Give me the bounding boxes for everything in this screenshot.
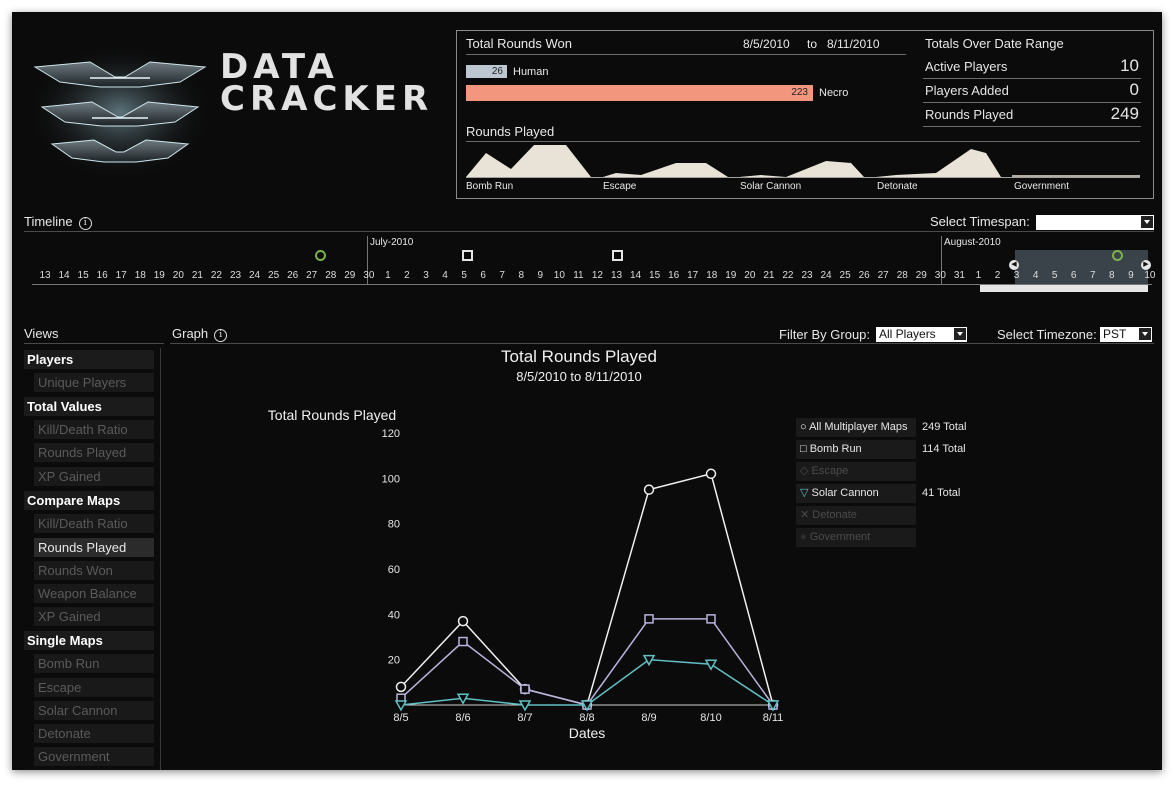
legend-diamond-icon: ◇ (800, 465, 812, 477)
legend-total: 249 Total (922, 421, 967, 433)
chart-y-axis-label: Total Rounds Played (268, 407, 396, 423)
x-tick-label: 8/9 (641, 712, 656, 724)
series-line-solar-cannon (400, 658, 774, 706)
legend-total: 41 Total (922, 487, 961, 499)
legend-label: Bomb Run (809, 443, 862, 455)
y-tick-label: 60 (388, 564, 400, 576)
data-point-all-multiplayer-maps[interactable] (457, 615, 469, 627)
y-tick-label: 120 (382, 428, 400, 440)
legend-total: 114 Total (922, 443, 966, 455)
y-tick-label: 40 (388, 609, 400, 621)
series-line-all-multiplayer-maps (400, 472, 774, 706)
legend-item-bomb-run[interactable]: □ Bomb Run (796, 440, 916, 459)
legend-label: Escape (811, 465, 849, 477)
data-point-bomb-run[interactable] (706, 614, 716, 624)
x-tick-label: 8/5 (393, 712, 408, 724)
legend-x-icon: ✕ (800, 509, 813, 521)
legend-label: Government (809, 531, 871, 543)
legend-item-detonate[interactable]: ✕ Detonate (796, 506, 916, 525)
legend-item-government[interactable]: ● Government (796, 528, 916, 547)
legend-item-solar-cannon[interactable]: ▽ Solar Cannon (796, 484, 916, 503)
legend-item-all-multiplayer-maps[interactable]: ○ All Multiplayer Maps (796, 418, 916, 437)
legend-circle-icon: ○ (800, 421, 810, 433)
data-point-all-multiplayer-maps[interactable] (643, 484, 655, 495)
legend-label: Solar Cannon (811, 487, 879, 499)
y-tick-label: 20 (388, 655, 400, 667)
x-tick-label: 8/10 (700, 712, 721, 724)
x-tick-label: 8/6 (455, 712, 470, 724)
x-tick-label: 8/11 (763, 712, 784, 724)
data-point-solar-cannon[interactable] (704, 659, 718, 671)
legend-label: All Multiplayer Maps (809, 421, 908, 433)
chart-x-axis-label: Dates (569, 725, 606, 741)
x-tick-label: 8/8 (579, 712, 594, 724)
legend-dot-icon: ● (800, 531, 810, 543)
chart-subtitle: 8/5/2010 to 8/11/2010 (516, 369, 642, 384)
data-point-bomb-run[interactable] (458, 636, 468, 647)
data-point-bomb-run[interactable] (520, 684, 530, 694)
data-point-all-multiplayer-maps[interactable] (705, 468, 717, 480)
x-tick-label: 8/7 (517, 712, 532, 724)
legend-label: Detonate (812, 509, 857, 521)
chart-title: Total Rounds Played (501, 347, 657, 366)
y-tick-label: 100 (382, 473, 400, 485)
app-window: DATA CRACKER Total Rounds Won 8/5/2010 t… (12, 12, 1162, 770)
legend-square-icon: □ (800, 443, 810, 455)
y-tick-label: 80 (388, 519, 400, 531)
legend-item-escape[interactable]: ◇ Escape (796, 462, 916, 481)
series-line-bomb-run (400, 618, 774, 706)
data-point-bomb-run[interactable] (644, 614, 654, 624)
legend-triangle-down-icon: ▽ (800, 487, 812, 499)
rounds-played-line-chart: Total Rounds Played 8/5/2010 to 8/11/201… (268, 347, 784, 741)
data-point-all-multiplayer-maps[interactable] (395, 681, 407, 693)
